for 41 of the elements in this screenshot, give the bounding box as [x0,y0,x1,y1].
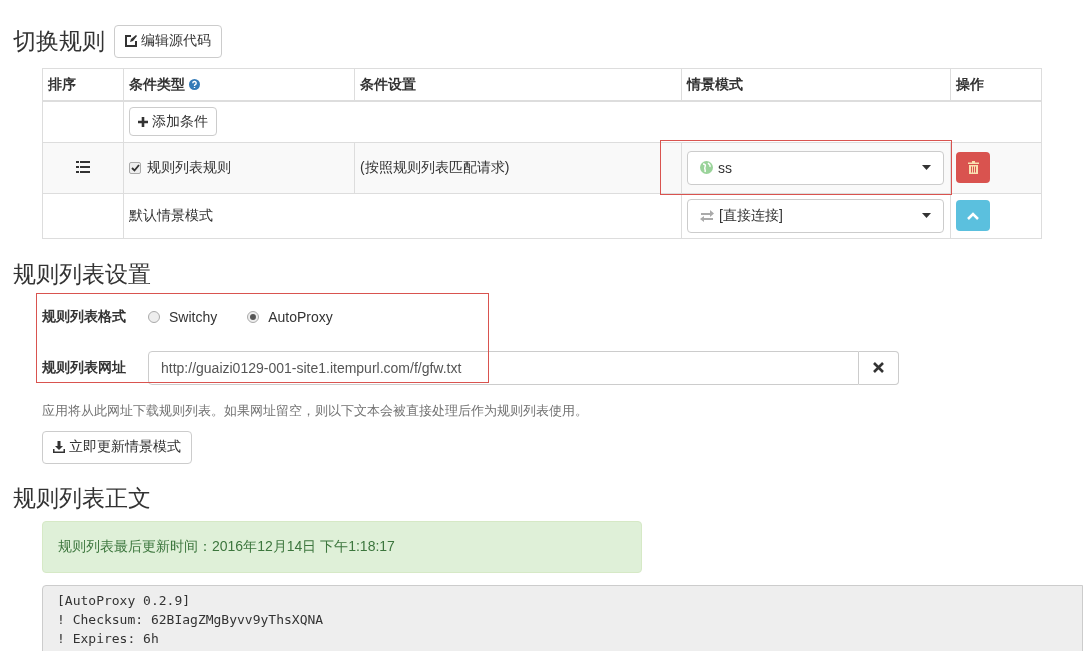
close-icon [873,362,884,373]
section-title: 切换规则 [13,27,105,56]
add-condition-button[interactable]: 添加条件 [129,107,217,137]
radio-option[interactable]: AutoProxy [247,308,333,325]
trash-icon [967,161,979,174]
code-line: [AutoProxy 0.2.9] [57,591,191,610]
profile-select[interactable]: ss [687,150,944,185]
edit-icon [125,35,137,47]
edit-source-button[interactable]: 编辑源代码 [114,24,222,58]
field-label: 规则列表网址 [42,358,127,377]
list-icon[interactable] [76,160,90,173]
clear-button[interactable] [859,350,899,385]
chevron-up-icon [967,211,979,220]
update-time-alert: 规则列表最后更新时间：2016年12月14日 下午1:18:17 [42,520,642,573]
column-header: 条件设置 [360,75,416,92]
code-line: ! Expires: 6h [57,629,159,648]
column-header: 情景模式 [687,75,743,92]
swap-arrows-icon [700,209,714,222]
checkbox[interactable] [129,161,141,174]
profile-select[interactable]: [直接连接] [687,198,944,233]
globe-icon [700,161,713,174]
section-title: 规则列表正文 [13,484,152,513]
condition-type: 默认情景模式 [129,206,213,223]
delete-button[interactable] [956,152,990,183]
plus-icon [138,116,148,127]
column-header: 操作 [956,75,984,92]
section-title: 规则列表设置 [13,260,152,289]
download-icon [53,441,65,453]
help-icon[interactable] [188,78,200,90]
condition-type: 规则列表规则 [147,158,231,175]
radio-option[interactable]: Switchy [148,308,218,325]
column-header: 排序 [48,75,76,92]
field-label: 规则列表格式 [42,307,127,326]
help-text: 应用将从此网址下载规则列表。如果网址留空，则以下文本会被直接处理后作为规则列表使用。 [42,401,589,420]
url-field[interactable]: http://guaizi0129-001-site1.itempurl.com/f/gfw.txt [148,350,859,385]
code-line: ! Checksum: 62BIagZMgByvv9yThsXQNA [57,610,324,629]
condition-setting: (按照规则列表匹配请求) [360,158,510,175]
caret-icon [922,213,931,218]
caret-icon [922,165,931,170]
update-profile-button[interactable]: 立即更新情景模式 [42,430,192,464]
column-header: 条件类型 [129,75,185,92]
